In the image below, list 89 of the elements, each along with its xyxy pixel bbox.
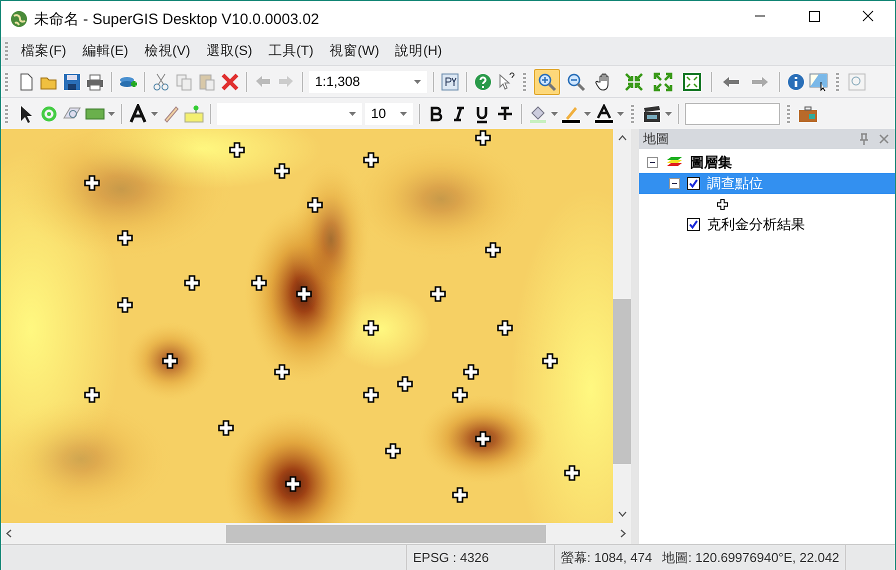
toolbar-grip[interactable]	[787, 104, 790, 122]
toolbar-grip[interactable]	[5, 72, 8, 90]
layer-stack-icon	[665, 156, 683, 169]
sample-point-marker	[84, 175, 100, 191]
toolbox-icon[interactable]	[798, 104, 818, 124]
sample-point-marker	[274, 163, 290, 179]
sample-point-marker	[229, 142, 245, 158]
sample-point-marker	[564, 465, 580, 481]
toolbar-grip[interactable]	[523, 72, 526, 90]
menu-item[interactable]: 檔案(F)	[13, 42, 74, 60]
sample-point-marker	[162, 353, 178, 369]
toolbar-grip[interactable]	[5, 104, 8, 122]
save-icon[interactable]	[62, 72, 82, 92]
dropdown-caret-icon[interactable]	[617, 112, 624, 116]
dropdown-caret-icon[interactable]	[665, 112, 672, 116]
toolbar-grip[interactable]	[631, 104, 634, 122]
layer-tree-item[interactable]: 圖層集	[639, 152, 895, 173]
close-icon[interactable]	[879, 134, 889, 144]
dropdown-caret-icon[interactable]	[108, 112, 115, 116]
layer-name[interactable]: 圖層集	[690, 154, 732, 172]
sample-point-marker	[452, 387, 468, 403]
sample-point-marker	[218, 420, 234, 436]
app-globe-icon	[10, 10, 28, 28]
sample-point-marker	[184, 275, 200, 291]
delete-icon[interactable]	[220, 72, 240, 92]
fontcolor-icon[interactable]	[594, 104, 614, 124]
layer-tree-item[interactable]: 克利金分析結果	[639, 214, 895, 235]
sample-point-marker	[385, 443, 401, 459]
scroll-left-icon[interactable]	[6, 529, 12, 538]
sample-point-marker	[485, 242, 501, 258]
menu-item[interactable]: 編輯(E)	[74, 42, 136, 60]
sample-point-marker	[307, 197, 323, 213]
layer-checkbox[interactable]	[687, 177, 700, 190]
sample-point-marker	[397, 376, 413, 392]
text-field[interactable]	[685, 102, 780, 124]
sample-point-marker	[251, 275, 267, 291]
layer-name[interactable]: 克利金分析結果	[707, 216, 805, 234]
sample-point-marker	[274, 364, 290, 380]
scroll-down-icon[interactable]	[618, 511, 626, 517]
window-title: 未命名 - SuperGIS Desktop V10.0.0003.02	[34, 10, 320, 28]
cut-icon[interactable]	[151, 72, 171, 92]
sample-point-marker	[296, 286, 312, 302]
menu-item[interactable]: 視窗(W)	[322, 42, 388, 60]
print-icon[interactable]	[85, 72, 105, 92]
dropdown-caret-icon[interactable]	[584, 112, 591, 116]
clapper-icon[interactable]	[642, 104, 662, 124]
panel-title: 地圖	[643, 130, 670, 148]
dropdown-caret-icon[interactable]	[551, 112, 558, 116]
sample-point-marker	[363, 387, 379, 403]
sample-point-marker	[363, 152, 379, 168]
status-map-coords: 地圖: 120.69976940°E, 22.042	[662, 548, 840, 566]
sample-point-marker	[363, 320, 379, 336]
status-screen-coords: 螢幕: 1084, 474	[561, 548, 652, 566]
menu-item[interactable]: 工具(T)	[260, 42, 322, 60]
point-symbol-icon	[717, 198, 728, 210]
sample-point-marker	[452, 487, 468, 503]
text-icon[interactable]	[128, 104, 148, 124]
toolbar-grip[interactable]	[5, 42, 8, 60]
fill-icon[interactable]	[528, 104, 548, 124]
info-icon[interactable]	[786, 72, 806, 92]
collapse-icon[interactable]	[647, 157, 658, 168]
sample-point-marker	[542, 353, 558, 369]
menu-item[interactable]: 選取(S)	[198, 42, 260, 60]
paste-icon[interactable]	[197, 72, 217, 92]
toolbar-grip[interactable]	[836, 72, 839, 90]
help-icon[interactable]	[473, 72, 493, 92]
sample-point-marker	[463, 364, 479, 380]
sample-point-marker	[497, 320, 513, 336]
sample-point-marker	[84, 387, 100, 403]
sample-point-marker	[117, 230, 133, 246]
dropdown-caret-icon[interactable]	[349, 112, 356, 116]
sample-point-marker	[475, 431, 491, 447]
scale-dropdown[interactable]: 1:1,308	[309, 70, 427, 92]
layer-checkbox[interactable]	[687, 218, 700, 231]
dropdown-caret-icon[interactable]	[414, 80, 421, 84]
menu-item[interactable]: 說明(H)	[387, 42, 450, 60]
menu-item[interactable]: 檢視(V)	[136, 42, 198, 60]
status-crs: EPSG : 4326	[406, 545, 554, 570]
sample-point-marker	[430, 286, 446, 302]
py-icon[interactable]	[440, 72, 460, 92]
font-size-dropdown[interactable]: 10	[365, 102, 413, 124]
sample-point-marker	[285, 476, 301, 492]
dropdown-caret-icon[interactable]	[151, 112, 158, 116]
scroll-up-icon[interactable]	[618, 135, 626, 141]
copy-icon[interactable]	[174, 72, 194, 92]
sample-point-marker	[117, 297, 133, 313]
collapse-icon[interactable]	[669, 178, 680, 189]
scroll-right-icon[interactable]	[620, 529, 626, 538]
dropdown-caret-icon[interactable]	[400, 112, 407, 116]
